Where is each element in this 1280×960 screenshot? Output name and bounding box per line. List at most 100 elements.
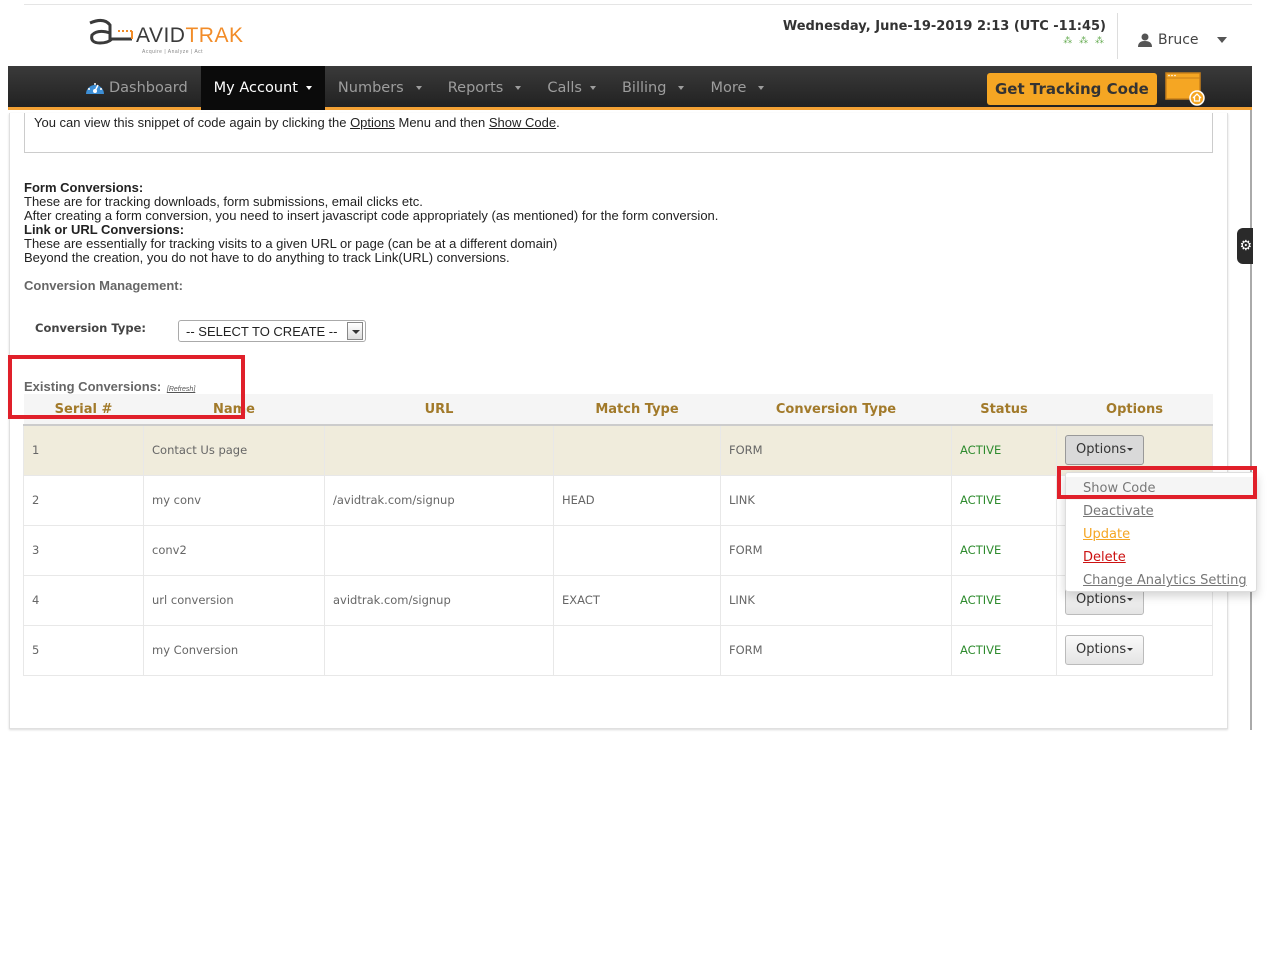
- nav-menu: Dashboard My Account Numbers Reports Cal…: [72, 66, 777, 110]
- caret-down-icon: [758, 86, 765, 90]
- nav-item-more[interactable]: More: [697, 66, 777, 110]
- browser-home-icon[interactable]: [1165, 72, 1205, 106]
- user-icon: [1138, 33, 1152, 47]
- nav-label: More: [710, 80, 747, 96]
- caret-down-icon: [589, 86, 596, 90]
- cell-match-type: [553, 624, 721, 676]
- link-conversions-title: Link or URL Conversions:: [24, 222, 185, 237]
- menu-item-update[interactable]: Update: [1066, 523, 1256, 546]
- nav-item-my-account[interactable]: My Account: [200, 66, 325, 110]
- link-conversions-line: Beyond the creation, you do not have to …: [24, 250, 510, 265]
- cell-serial: 3: [23, 524, 144, 576]
- cell-serial: 5: [23, 624, 144, 676]
- user-name: Bruce: [1158, 32, 1199, 48]
- cell-conversion-type: LINK: [720, 574, 952, 626]
- cell-conversion-type: FORM: [720, 624, 952, 676]
- form-conversions-title: Form Conversions:: [24, 180, 144, 195]
- nav-label: Numbers: [337, 80, 404, 96]
- form-conversions-line: These are for tracking downloads, form s…: [24, 194, 423, 209]
- table-row: 1 Contact Us page FORM ACTIVE Options: [23, 424, 1213, 476]
- header: AVIDTRAK Acquire | Analyze | Act Wednesd…: [8, 5, 1252, 66]
- logo-wordmark: AVIDTRAK: [136, 24, 243, 48]
- dropdown-arrow-icon[interactable]: [347, 322, 363, 340]
- caret-down-icon: [515, 86, 522, 90]
- cell-name: my Conversion: [143, 624, 325, 676]
- options-button[interactable]: Options: [1065, 435, 1145, 466]
- avidtrak-logo-mark-icon: [89, 18, 133, 45]
- table-row: 2 my conv /avidtrak.com/signup HEAD LINK…: [23, 474, 1213, 526]
- nav-label: Dashboard: [109, 80, 188, 96]
- cell-match-type: [553, 424, 721, 476]
- conversions-table: Serial # Name URL Match Type Conversion …: [23, 394, 1213, 676]
- menu-item-delete[interactable]: Delete: [1066, 546, 1256, 569]
- cell-match-type: HEAD: [553, 474, 721, 526]
- snippet-text: .: [556, 115, 560, 130]
- nav-item-calls[interactable]: Calls: [534, 66, 609, 110]
- nav-item-billing[interactable]: Billing: [609, 66, 697, 110]
- cell-name: Contact Us page: [143, 424, 325, 476]
- cell-options: Options: [1056, 624, 1213, 676]
- cell-serial: 4: [23, 574, 144, 626]
- settings-gear-icon[interactable]: ⚙: [1237, 228, 1253, 264]
- cell-conversion-type: LINK: [720, 474, 952, 526]
- nav-label: Reports: [447, 80, 504, 96]
- options-label: Options: [1076, 442, 1127, 458]
- cell-status: ACTIVE: [951, 574, 1057, 626]
- cell-match-type: EXACT: [553, 574, 721, 626]
- cell-status: ACTIVE: [951, 624, 1057, 676]
- table-row: 4 url conversion avidtrak.com/signup EXA…: [23, 574, 1213, 626]
- cell-serial: 2: [23, 474, 144, 526]
- nav-item-numbers[interactable]: Numbers: [325, 66, 435, 110]
- snippet-text: You can view this snippet of code again …: [34, 115, 351, 130]
- conversion-type-label: Conversion Type:: [35, 321, 146, 335]
- caret-down-icon: [415, 86, 422, 90]
- cell-conversion-type: FORM: [720, 424, 952, 476]
- link-conversions-line: These are essentially for tracking visit…: [24, 236, 558, 251]
- table-row: 5 my Conversion FORM ACTIVE Options: [23, 624, 1213, 676]
- cell-name: my conv: [143, 474, 325, 526]
- conversion-type-select[interactable]: -- SELECT TO CREATE --: [178, 320, 366, 342]
- logo-tagline: Acquire | Analyze | Act: [142, 49, 204, 55]
- conversion-type-value: -- SELECT TO CREATE --: [186, 324, 338, 339]
- cell-status: ACTIVE: [951, 524, 1057, 576]
- nav-item-dashboard[interactable]: Dashboard: [72, 66, 201, 110]
- menu-item-deactivate[interactable]: Deactivate: [1066, 500, 1256, 523]
- form-conversions-line: After creating a form conversion, you ne…: [24, 208, 719, 223]
- cell-name: conv2: [143, 524, 325, 576]
- page-scroll-edge: [1250, 110, 1252, 730]
- header-divider: [1117, 13, 1118, 59]
- column-header-match-type[interactable]: Match Type: [553, 394, 721, 426]
- user-menu[interactable]: Bruce: [1138, 32, 1227, 48]
- get-tracking-code-button[interactable]: Get Tracking Code: [987, 73, 1157, 105]
- cell-match-type: [553, 524, 721, 576]
- nav-item-reports[interactable]: Reports: [435, 66, 535, 110]
- cell-serial: 1: [23, 424, 144, 476]
- nav-label: Billing: [621, 80, 667, 96]
- show-code-link[interactable]: Show Code: [489, 115, 556, 130]
- column-header-status[interactable]: Status: [951, 394, 1057, 426]
- nav-label: Calls: [547, 80, 582, 96]
- snippet-notice: You can view this snippet of code again …: [24, 113, 1213, 153]
- datetime-text: Wednesday, June-19-2019 2:13 (UTC -11:45…: [782, 19, 1106, 34]
- menu-item-change-analytics-setting[interactable]: Change Analytics Setting: [1066, 569, 1256, 592]
- caret-down-icon: [1127, 598, 1134, 601]
- options-link[interactable]: Options: [350, 115, 395, 130]
- dashboard-gauge-icon: [86, 83, 104, 94]
- options-label: Options: [1076, 642, 1127, 657]
- options-button[interactable]: Options: [1065, 635, 1145, 665]
- caret-down-icon: [1127, 448, 1134, 452]
- cell-status: ACTIVE: [951, 424, 1057, 476]
- caret-down-icon: [678, 86, 685, 90]
- column-header-url[interactable]: URL: [324, 394, 554, 426]
- chevron-down-icon: [1216, 37, 1227, 43]
- table-row: 3 conv2 FORM ACTIVE Options: [23, 524, 1213, 576]
- cell-status: ACTIVE: [951, 474, 1057, 526]
- cell-url: [324, 524, 554, 576]
- logo-trak: TRAK: [185, 24, 244, 47]
- conversion-info: Form Conversions: These are for tracking…: [24, 181, 718, 265]
- logo[interactable]: AVIDTRAK Acquire | Analyze | Act: [86, 17, 243, 57]
- cell-url: [324, 624, 554, 676]
- cell-url: avidtrak.com/signup: [324, 574, 554, 626]
- annotation-highlight-show-code: [1057, 466, 1257, 499]
- column-header-conversion-type[interactable]: Conversion Type: [720, 394, 952, 426]
